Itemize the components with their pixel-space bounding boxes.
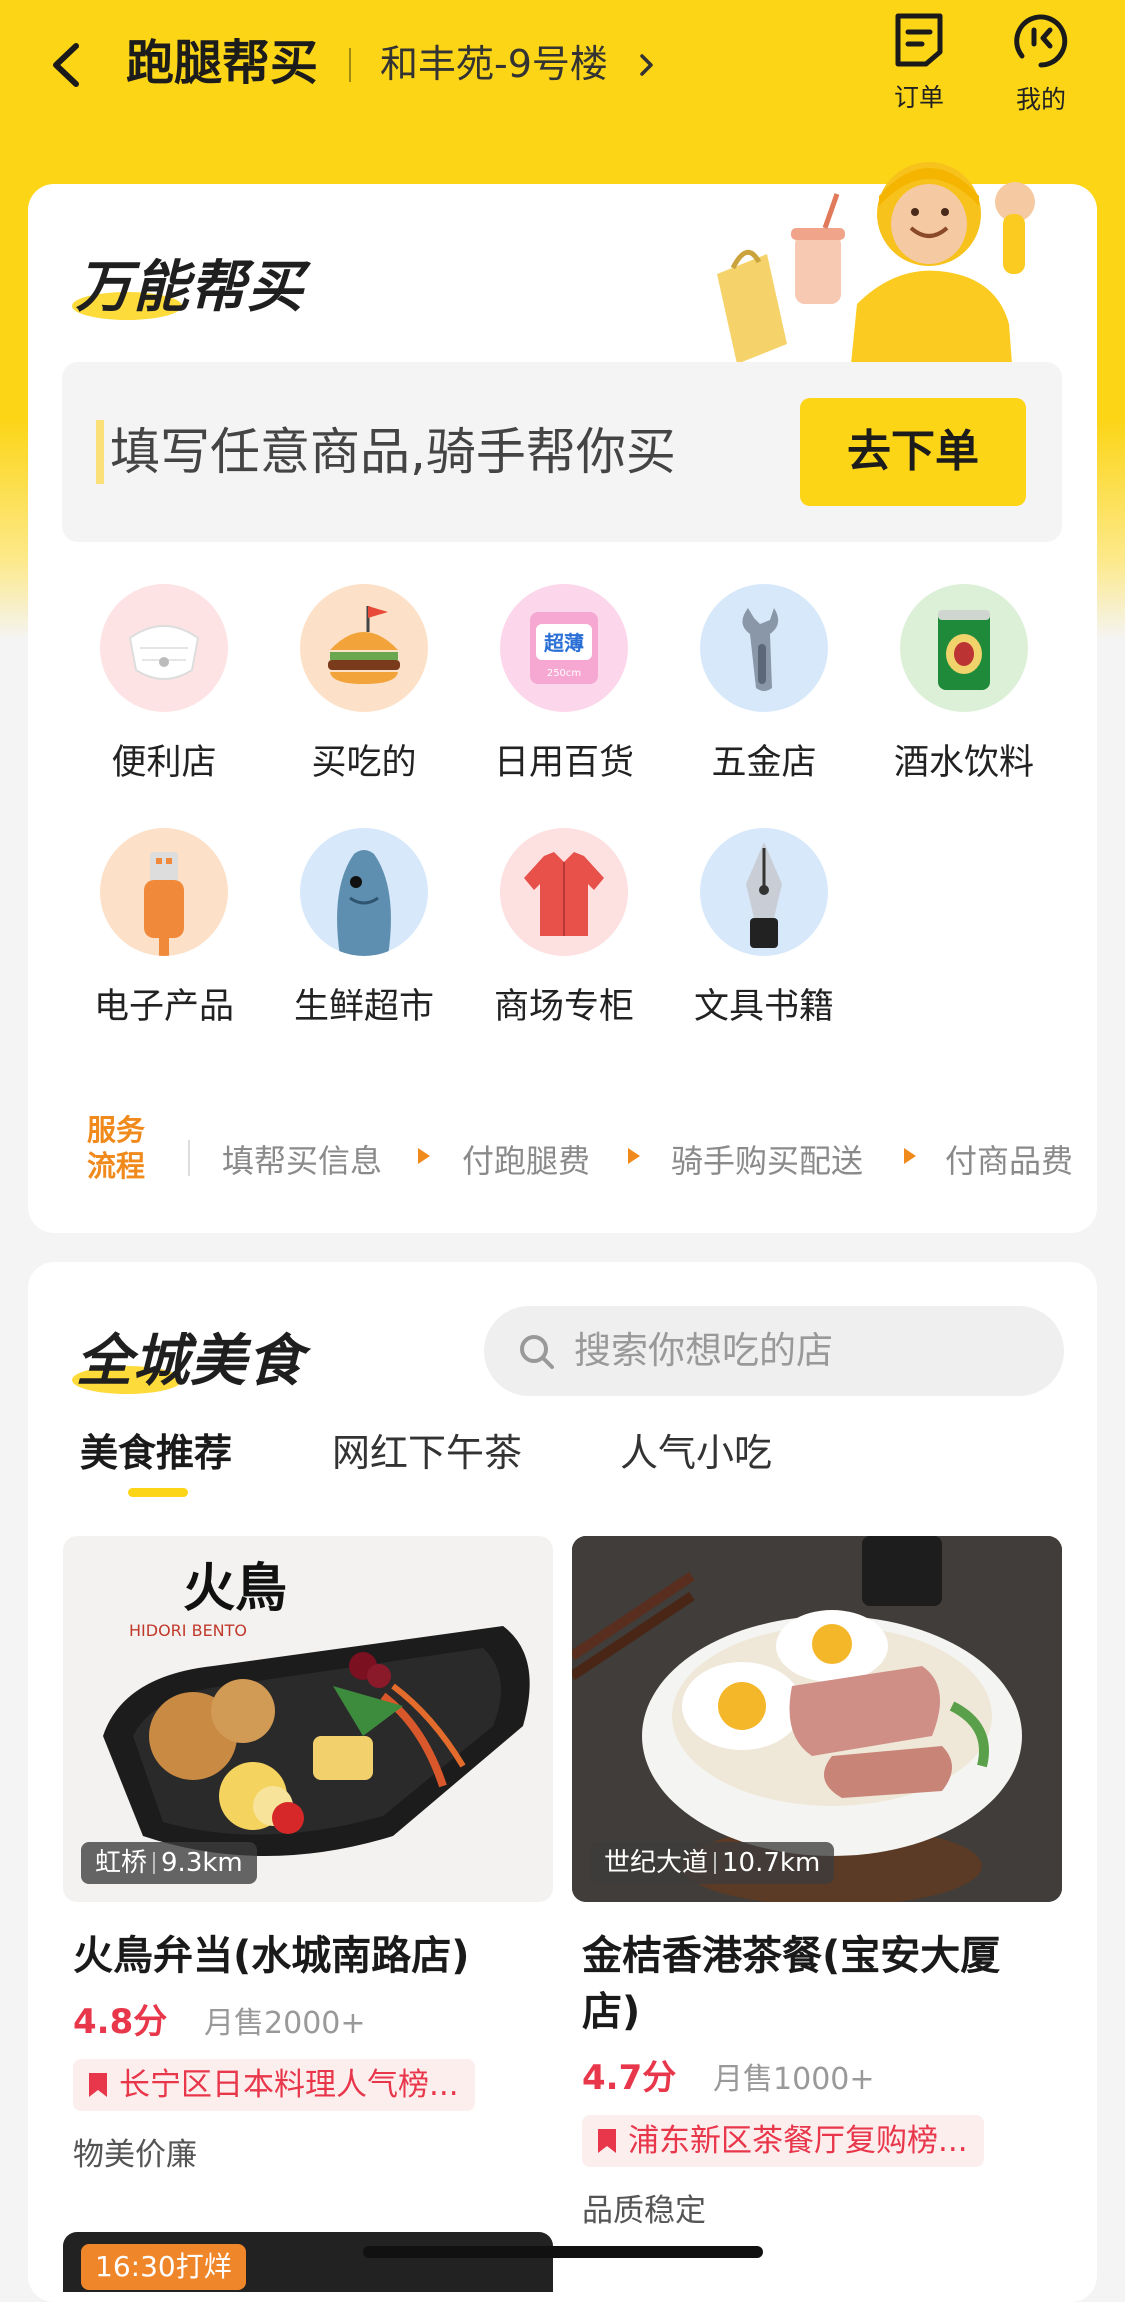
category-daily-goods[interactable]: 超薄 250cm 日用百货 xyxy=(464,584,664,785)
category-fresh-market[interactable]: 生鲜超市 xyxy=(264,828,464,1029)
home-indicator[interactable] xyxy=(363,2246,763,2258)
shop-image: 世纪大道 10.7km xyxy=(572,1536,1062,1902)
pads-size: 250cm xyxy=(547,668,581,679)
flow-step: 付商品费 xyxy=(945,1142,1074,1180)
ranking-badge[interactable]: 长宁区日本料理人气榜... xyxy=(73,2059,475,2111)
category-electronics[interactable]: 电子产品 xyxy=(64,828,264,1029)
category-mall-counter[interactable]: 商场专柜 xyxy=(464,828,664,1029)
tab-food-recommend[interactable]: 美食推荐 xyxy=(80,1422,232,1477)
flow-arrow-icon xyxy=(418,1148,430,1164)
distance-badge: 虹桥 9.3km xyxy=(81,1842,257,1884)
shop-area: 虹桥 xyxy=(95,1848,148,1878)
category-label: 五金店 xyxy=(711,743,817,783)
shop-image: 火鳥 HIDORI BENTO 虹桥 9.3km xyxy=(63,1536,553,1902)
category-convenience-store[interactable]: 便利店 xyxy=(64,584,264,785)
flow-step: 付跑腿费 xyxy=(462,1142,591,1180)
shop-meta: 4.8分 月售2000+ xyxy=(73,1994,543,2043)
category-label: 便利店 xyxy=(111,743,217,783)
shop-card[interactable]: 世纪大道 10.7km 金桔香港茶餐(宝安大厦店) 4.7分 月售1000+ 浦东… xyxy=(572,1536,1062,2230)
flow-step: 填帮买信息 xyxy=(222,1142,383,1180)
tab-popular-snacks[interactable]: 人气小吃 xyxy=(620,1422,772,1477)
badge-divider xyxy=(153,1852,156,1874)
service-flow-title: 服务流程 xyxy=(86,1113,145,1183)
shop-rating: 4.8分 xyxy=(73,2002,168,2042)
back-arrow-icon[interactable] xyxy=(44,32,94,98)
category-label: 生鲜超市 xyxy=(293,987,434,1027)
flow-arrow-icon xyxy=(628,1148,640,1164)
shop-meta: 4.7分 月售1000+ xyxy=(582,2050,1052,2099)
shop-name: 火鳥弁当(水城南路店) xyxy=(73,1933,470,1979)
shop-card-partial[interactable]: 16:30打烊 xyxy=(63,2232,553,2292)
shop-sales: 月售1000+ xyxy=(713,2062,875,2097)
mine-button[interactable]: 我的 xyxy=(986,10,1096,116)
mine-label: 我的 xyxy=(1015,85,1066,114)
category-label: 酒水饮料 xyxy=(893,743,1034,783)
shirt-icon xyxy=(500,828,628,956)
shop-distance: 10.7km xyxy=(722,1848,821,1878)
brand-logo-subtext: HIDORI BENTO xyxy=(129,1621,247,1640)
buy-section-title: 万能帮买 xyxy=(76,255,304,320)
category-label: 买吃的 xyxy=(311,743,417,783)
bookmark-icon xyxy=(598,2129,616,2153)
category-hardware[interactable]: 五金店 xyxy=(664,584,864,785)
flow-arrow-icon xyxy=(904,1148,916,1164)
shop-card[interactable]: 火鳥 HIDORI BENTO 虹桥 9.3km 火鳥弁当(水城南路店) 4.8分 xyxy=(63,1536,553,2174)
pads-icon: 超薄 250cm xyxy=(500,584,628,712)
category-label: 电子产品 xyxy=(93,987,234,1027)
wrench-icon xyxy=(700,584,828,712)
brand-logo-text: 火鳥 xyxy=(183,1558,287,1619)
shop-search-bar[interactable]: 搜索你想吃的店 xyxy=(484,1306,1064,1396)
category-label: 商场专柜 xyxy=(493,987,634,1027)
flow-step: 骑手购买配送 xyxy=(671,1142,864,1180)
shop-area: 世纪大道 xyxy=(604,1848,709,1878)
shop-rating: 4.7分 xyxy=(582,2058,677,2098)
service-flow: 服务流程 填帮买信息 付跑腿费 骑手购买配送 付商品费 xyxy=(76,1112,1076,1202)
shop-distance: 9.3km xyxy=(161,1848,243,1878)
text-cursor xyxy=(96,420,104,484)
shop-name: 金桔香港茶餐(宝安大厦店) xyxy=(582,1933,1001,2035)
search-icon xyxy=(520,1335,554,1369)
distance-badge: 世纪大道 10.7km xyxy=(590,1842,835,1884)
title-divider xyxy=(349,48,351,82)
burger-icon xyxy=(300,584,428,712)
bookmark-icon xyxy=(89,2073,107,2097)
active-tab-indicator xyxy=(128,1488,188,1497)
food-section-title: 全城美食 xyxy=(76,1329,304,1394)
order-input-box[interactable]: 填写任意商品,骑手帮你买 去下单 xyxy=(62,362,1062,542)
shop-tag: 品质稳定 xyxy=(582,2193,706,2229)
badge-divider xyxy=(714,1852,717,1874)
page-title: 跑腿帮买 xyxy=(126,35,319,91)
item-input[interactable]: 填写任意商品,骑手帮你买 xyxy=(110,418,676,486)
orders-label: 订单 xyxy=(893,83,944,112)
ranking-badge[interactable]: 浦东新区茶餐厅复购榜... xyxy=(582,2115,984,2167)
pads-text: 超薄 xyxy=(543,631,584,655)
order-list-icon xyxy=(895,13,943,67)
orders-button[interactable]: 订单 xyxy=(864,10,974,114)
address-selector[interactable]: 和丰苑-9号楼 xyxy=(380,36,608,92)
flow-divider xyxy=(188,1140,190,1176)
top-bar: 跑腿帮买 和丰苑-9号楼 订单 我的 xyxy=(0,0,1125,150)
ranking-text: 浦东新区茶餐厅复购榜... xyxy=(628,2123,968,2159)
shop-sales: 月售2000+ xyxy=(204,2006,366,2041)
smiley-profile-icon xyxy=(1014,14,1068,68)
fountain-pen-icon xyxy=(700,828,828,956)
fish-icon xyxy=(300,828,428,956)
mask-icon xyxy=(100,584,228,712)
category-label: 文具书籍 xyxy=(693,987,834,1027)
chevron-right-icon[interactable] xyxy=(636,50,658,80)
city-food-card: 全城美食 搜索你想吃的店 美食推荐 网红下午茶 人气小吃 火鳥 HIDORI B… xyxy=(28,1262,1097,2302)
shop-tag: 物美价廉 xyxy=(73,2137,197,2173)
category-label: 日用百货 xyxy=(493,743,634,783)
closing-time-badge: 16:30打烊 xyxy=(81,2244,246,2290)
ranking-text: 长宁区日本料理人气榜... xyxy=(119,2067,459,2103)
beer-can-icon xyxy=(900,584,1028,712)
category-stationery[interactable]: 文具书籍 xyxy=(664,828,864,1029)
tab-afternoon-tea[interactable]: 网红下午茶 xyxy=(332,1422,522,1477)
place-order-button[interactable]: 去下单 xyxy=(800,398,1026,506)
usb-cable-icon xyxy=(100,828,228,956)
search-input[interactable]: 搜索你想吃的店 xyxy=(574,1326,833,1376)
universal-buy-card: 万能帮买 填写任意商品,骑手帮你买 去下单 便利店 买吃的 超薄 250cm 日… xyxy=(28,162,1097,1233)
category-drinks[interactable]: 酒水饮料 xyxy=(864,584,1064,785)
category-food[interactable]: 买吃的 xyxy=(264,584,464,785)
